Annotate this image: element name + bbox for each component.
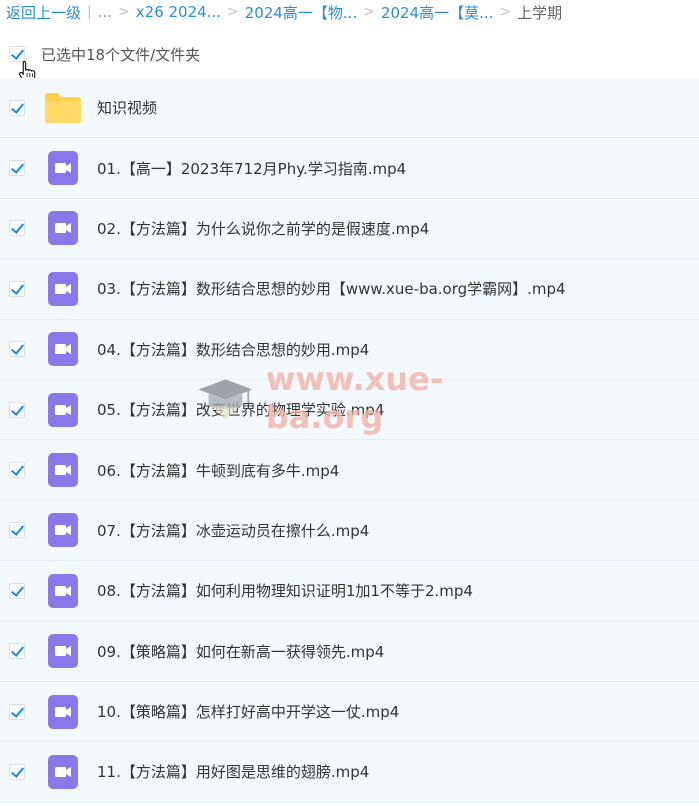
file-checkbox[interactable] xyxy=(9,522,25,539)
breadcrumb: 返回上一级 | ... > x26 2024... > 2024高一【物... … xyxy=(0,0,699,24)
file-row[interactable]: 08.【方法篇】如何利用物理知识证明1加1不等于2.mp4 xyxy=(0,561,699,622)
video-file-icon xyxy=(45,573,81,609)
file-row[interactable]: 09.【策略篇】如何在新高一获得领先.mp4 xyxy=(0,621,699,682)
file-name[interactable]: 09.【策略篇】如何在新高一获得领先.mp4 xyxy=(97,641,384,662)
back-link[interactable]: 返回上一级 xyxy=(0,2,81,23)
chevron-right-icon: > xyxy=(363,4,375,20)
file-checkbox[interactable] xyxy=(9,703,25,720)
file-row[interactable]: 01.【高一】2023年712月Phy.学习指南.mp4 xyxy=(0,138,699,199)
file-checkbox[interactable] xyxy=(9,341,25,358)
video-file-icon xyxy=(45,392,81,428)
file-list: 知识视频 01.【高一】2023年712月Phy.学习指南.mp4 02.【方法篇】… xyxy=(0,78,699,803)
file-checkbox[interactable] xyxy=(9,462,25,479)
file-checkbox[interactable] xyxy=(9,99,25,116)
file-name[interactable]: 知识视频 xyxy=(97,97,157,118)
file-row[interactable]: 05.【方法篇】改变世界的物理学实验.mp4 xyxy=(0,379,699,441)
video-file-icon xyxy=(45,452,81,488)
chevron-right-icon: > xyxy=(227,4,239,20)
file-checkbox[interactable] xyxy=(9,643,25,660)
chevron-right-icon: > xyxy=(499,4,512,20)
file-name[interactable]: 03.【方法篇】数形结合思想的妙用【www.xue-ba.org学霸网】.mp4 xyxy=(97,278,566,299)
file-row[interactable]: 07.【方法篇】冰壶运动员在擦什么.mp4 xyxy=(0,500,699,562)
file-checkbox[interactable] xyxy=(9,582,25,599)
file-name[interactable]: 11.【方法篇】用好图是思维的翅膀.mp4 xyxy=(97,761,369,782)
file-row[interactable]: 03.【方法篇】数形结合思想的妙用【www.xue-ba.org学霸网】.mp4 xyxy=(0,259,699,320)
breadcrumb-item[interactable]: 2024高一【莫... xyxy=(381,2,493,23)
video-file-icon xyxy=(45,150,81,186)
breadcrumb-item[interactable]: x26 2024... xyxy=(136,3,221,21)
file-name[interactable]: 10.【策略篇】怎样打好高中开学这一仗.mp4 xyxy=(97,701,399,722)
file-row[interactable]: 10.【策略篇】怎样打好高中开学这一仗.mp4 xyxy=(0,681,699,743)
selection-count-text: 已选中18个文件/文件夹 xyxy=(41,45,201,64)
video-file-icon xyxy=(45,633,81,669)
file-row[interactable]: 11.【方法篇】用好图是思维的翅膀.mp4 xyxy=(0,742,699,803)
breadcrumb-separator: | xyxy=(87,4,92,20)
file-row[interactable]: 知识视频 xyxy=(0,78,699,139)
file-checkbox[interactable] xyxy=(9,220,25,237)
file-name[interactable]: 07.【方法篇】冰壶运动员在擦什么.mp4 xyxy=(97,520,369,541)
file-name[interactable]: 08.【方法篇】如何利用物理知识证明1加1不等于2.mp4 xyxy=(97,580,473,601)
file-checkbox[interactable] xyxy=(9,160,25,177)
file-checkbox[interactable] xyxy=(9,763,25,780)
breadcrumb-item[interactable]: 2024高一【物... xyxy=(245,2,357,23)
file-row[interactable]: 04.【方法篇】数形结合思想的妙用.mp4 xyxy=(0,319,699,380)
chevron-right-icon: > xyxy=(118,4,130,20)
file-name[interactable]: 04.【方法篇】数形结合思想的妙用.mp4 xyxy=(97,339,369,360)
file-name[interactable]: 05.【方法篇】改变世界的物理学实验.mp4 xyxy=(97,399,384,420)
video-file-icon xyxy=(45,754,81,790)
file-checkbox[interactable] xyxy=(9,280,25,297)
breadcrumb-current: 上学期 xyxy=(517,3,563,22)
video-file-icon xyxy=(45,210,81,246)
video-file-icon xyxy=(45,271,81,307)
file-name[interactable]: 02.【方法篇】为什么说你之前学的是假速度.mp4 xyxy=(97,218,429,239)
video-file-icon xyxy=(45,694,81,730)
folder-icon xyxy=(45,90,81,126)
file-name[interactable]: 06.【方法篇】牛顿到底有多牛.mp4 xyxy=(97,460,339,481)
video-file-icon xyxy=(45,331,81,367)
video-file-icon xyxy=(45,512,81,548)
file-name[interactable]: 01.【高一】2023年712月Phy.学习指南.mp4 xyxy=(97,158,406,179)
file-row[interactable]: 06.【方法篇】牛顿到底有多牛.mp4 xyxy=(0,440,699,501)
file-row[interactable]: 02.【方法篇】为什么说你之前学的是假速度.mp4 xyxy=(0,198,699,260)
file-checkbox[interactable] xyxy=(9,401,25,418)
select-all-bar: 已选中18个文件/文件夹 xyxy=(0,30,699,79)
breadcrumb-ellipsis[interactable]: ... xyxy=(98,3,112,21)
